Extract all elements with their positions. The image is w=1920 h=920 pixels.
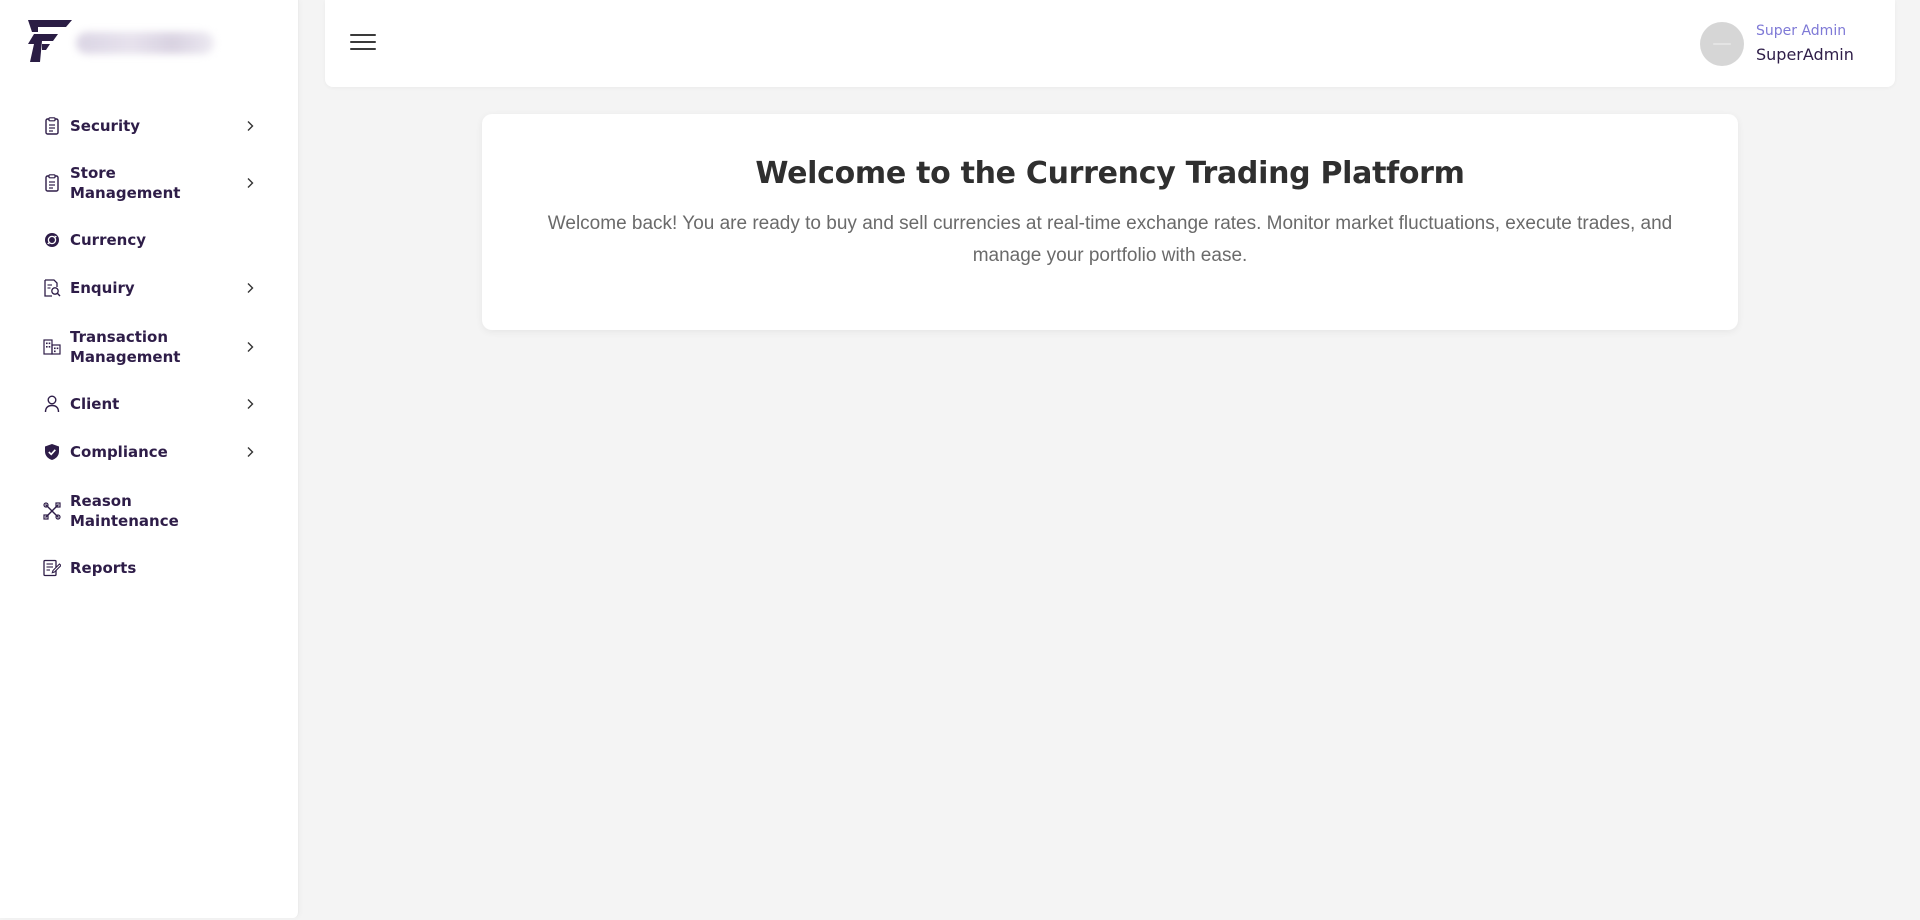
user-name[interactable]: SuperAdmin xyxy=(1756,44,1854,66)
currency-exchange-icon xyxy=(43,231,61,249)
chevron-right-icon xyxy=(247,399,254,409)
avatar[interactable] xyxy=(1700,22,1744,66)
top-header: Super Admin SuperAdmin xyxy=(325,0,1895,87)
chevron-right-icon xyxy=(247,121,254,131)
clipboard-icon xyxy=(43,117,61,135)
sidebar-item-label: Transaction Management xyxy=(70,328,181,366)
chevron-right-icon xyxy=(247,178,254,188)
sidebar-item-reason-maintenance[interactable]: Reason Maintenance xyxy=(0,482,299,540)
building-icon xyxy=(43,338,61,356)
search-document-icon xyxy=(43,279,61,297)
sidebar-item-enquiry[interactable]: Enquiry xyxy=(0,266,299,310)
sidebar-item-label: Compliance xyxy=(70,443,168,461)
user-role: Super Admin xyxy=(1756,23,1847,39)
chevron-right-icon xyxy=(247,447,254,457)
welcome-card: Welcome to the Currency Trading Platform… xyxy=(482,114,1738,330)
sidebar-item-compliance[interactable]: Compliance xyxy=(0,430,299,474)
sidebar: Security Store Management Currency Enqui… xyxy=(0,0,299,918)
user-icon xyxy=(43,395,61,413)
sidebar-item-client[interactable]: Client xyxy=(0,382,299,426)
page-title: Welcome to the Currency Trading Platform xyxy=(755,156,1465,191)
brand-name-blurred xyxy=(76,32,214,54)
sidebar-item-label: Client xyxy=(70,395,120,413)
sidebar-item-store-management[interactable]: Store Management xyxy=(0,154,299,212)
sidebar-item-label: Enquiry xyxy=(70,279,135,297)
sidebar-item-label: Security xyxy=(70,117,141,135)
sidebar-item-transaction-management[interactable]: Transaction Management xyxy=(0,318,299,376)
avatar-placeholder xyxy=(1713,43,1731,45)
welcome-message: Welcome back! You are ready to buy and s… xyxy=(547,213,1673,266)
clipboard-icon xyxy=(43,174,61,192)
sidebar-item-security[interactable]: Security xyxy=(0,104,299,148)
chevron-right-icon xyxy=(247,342,254,352)
chevron-right-icon xyxy=(247,283,254,293)
sidebar-item-reports[interactable]: Reports xyxy=(0,546,299,590)
sidebar-item-label: Currency xyxy=(70,231,147,249)
hamburger-menu-icon[interactable] xyxy=(350,32,376,52)
tools-icon xyxy=(43,502,61,520)
shield-check-icon xyxy=(43,443,61,461)
brand-logo[interactable] xyxy=(28,20,218,64)
falcon-f-logo-icon xyxy=(28,20,72,62)
sidebar-item-currency[interactable]: Currency xyxy=(0,218,299,262)
report-edit-icon xyxy=(43,559,61,577)
sidebar-item-label: Reason Maintenance xyxy=(70,492,179,530)
sidebar-item-label: Reports xyxy=(70,559,137,577)
sidebar-item-label: Store Management xyxy=(70,164,181,202)
